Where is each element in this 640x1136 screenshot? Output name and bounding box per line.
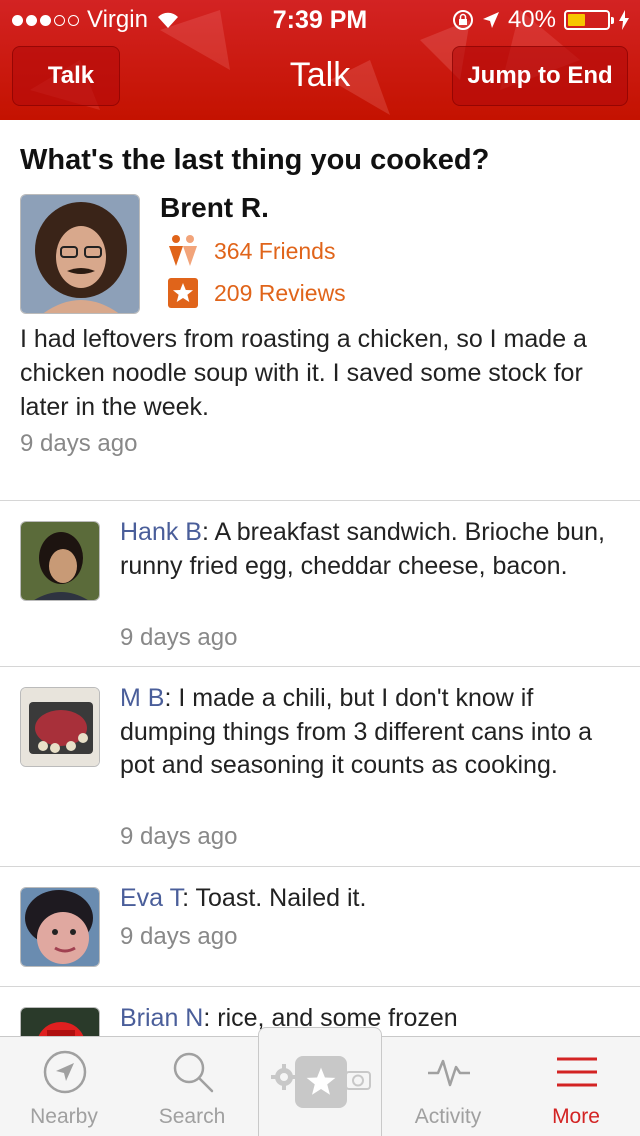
- author-reviews: 209 Reviews: [166, 276, 346, 310]
- reply-author-name[interactable]: Eva T: [120, 884, 182, 912]
- tab-search[interactable]: Search: [132, 1037, 252, 1136]
- camera-icon: [345, 1071, 371, 1090]
- tab-add-review[interactable]: [258, 1027, 382, 1136]
- location-arrow-icon: [482, 12, 499, 28]
- thread-question: What's the last thing you cooked?: [20, 144, 490, 176]
- reply-timestamp: 9 days ago: [120, 823, 238, 850]
- rotation-lock-icon: [452, 10, 473, 30]
- reply-timestamp: 9 days ago: [120, 923, 238, 950]
- reply-text: Eva T: Toast. Nailed it.: [120, 882, 625, 916]
- divider: [0, 866, 640, 867]
- jump-to-end-label: Jump to End: [467, 62, 613, 89]
- review-star-icon: [166, 276, 200, 310]
- reply-timestamp: 9 days ago: [120, 624, 238, 651]
- divider: [0, 986, 640, 987]
- thread-content[interactable]: What's the last thing you cooked? Brent …: [0, 120, 640, 1036]
- compass-icon: [43, 1050, 87, 1094]
- tab-label: Search: [158, 1105, 226, 1128]
- app-header: Virgin 7:39 PM 40% Talk Talk Jump to End: [0, 0, 640, 120]
- search-icon: [173, 1052, 214, 1093]
- divider: [0, 500, 640, 501]
- tab-bar: Nearby Search Activity More: [0, 1027, 640, 1136]
- reply-message: : I made a chili, but I don't know if du…: [120, 684, 593, 779]
- thread-timestamp: 9 days ago: [20, 430, 138, 457]
- activity-icon: [428, 1059, 470, 1087]
- reply-avatar[interactable]: [20, 521, 100, 601]
- charging-bolt-icon: [619, 10, 629, 30]
- divider: [0, 666, 640, 667]
- friends-icon: [166, 234, 200, 268]
- author-name[interactable]: Brent R.: [160, 192, 269, 224]
- battery-percent: 40%: [507, 6, 556, 33]
- status-bar: Virgin 7:39 PM 40%: [0, 0, 640, 40]
- battery-icon: [564, 10, 614, 30]
- tab-label: Nearby: [30, 1105, 98, 1128]
- author-friends: 364 Friends: [166, 234, 335, 268]
- reply-text: Hank B: A breakfast sandwich. Brioche bu…: [120, 516, 625, 583]
- reply-avatar[interactable]: [20, 887, 100, 967]
- tab-label: Activity: [414, 1105, 482, 1128]
- review-star-icon: [295, 1056, 347, 1108]
- reply-author-name[interactable]: M B: [120, 684, 164, 712]
- thread-body: I had leftovers from roasting a chicken,…: [20, 325, 587, 421]
- tab-nearby[interactable]: Nearby: [4, 1037, 124, 1136]
- author-avatar[interactable]: [20, 194, 140, 314]
- reviews-count: 209 Reviews: [214, 279, 346, 306]
- back-button-label: Talk: [47, 62, 95, 89]
- friends-count: 364 Friends: [214, 237, 336, 264]
- reply-author-name[interactable]: Brian N: [120, 1004, 203, 1032]
- reply-text: M B: I made a chili, but I don't know if…: [120, 682, 625, 783]
- reply-message: : Toast. Nailed it.: [182, 884, 367, 912]
- menu-icon: [557, 1057, 597, 1087]
- reply-author-name[interactable]: Hank B: [120, 518, 202, 546]
- tab-label: More: [552, 1105, 600, 1128]
- reply-avatar[interactable]: [20, 687, 100, 767]
- back-button[interactable]: Talk: [12, 46, 120, 106]
- jump-to-end-button[interactable]: Jump to End: [452, 46, 628, 106]
- reply-avatar[interactable]: [20, 1007, 100, 1036]
- tab-activity[interactable]: Activity: [388, 1037, 508, 1136]
- tab-more[interactable]: More: [516, 1037, 636, 1136]
